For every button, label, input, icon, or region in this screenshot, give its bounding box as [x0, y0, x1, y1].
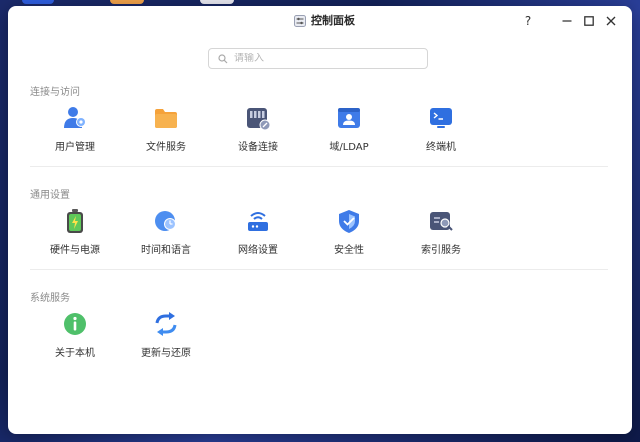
item-label: 终端机: [426, 142, 456, 153]
item-label: 网络设置: [238, 245, 278, 256]
title-group: 控制面板: [294, 13, 355, 29]
item-about[interactable]: 关于本机: [35, 311, 115, 363]
item-terminal[interactable]: 终端机: [401, 105, 481, 157]
domain-ldap-icon: [338, 108, 360, 128]
item-label: 关于本机: [55, 348, 95, 359]
window-title: 控制面板: [311, 14, 355, 27]
section-title-system: 系统服务: [30, 293, 70, 304]
item-security[interactable]: 安全性: [309, 208, 389, 260]
item-label: 时间和语言: [141, 245, 191, 256]
item-label: 域/LDAP: [329, 142, 369, 153]
item-label: 索引服务: [421, 245, 461, 256]
item-hardware-power[interactable]: 硬件与电源: [35, 208, 115, 260]
item-label: 硬件与电源: [50, 245, 100, 256]
folder-icon: [155, 109, 177, 128]
terminal-icon: [430, 108, 452, 128]
help-button[interactable]: ?: [519, 12, 537, 30]
device-connection-icon: [247, 108, 271, 131]
search-input[interactable]: [234, 53, 414, 64]
item-time-language[interactable]: 时间和语言: [126, 208, 206, 260]
close-button[interactable]: [602, 12, 620, 30]
item-file-services[interactable]: 文件服务: [126, 105, 206, 157]
control-panel-icon: [294, 15, 306, 27]
desktop-window-edge: [110, 0, 144, 4]
wifi-router-icon: [248, 212, 268, 231]
desktop-window-edge: [200, 0, 234, 4]
item-domain-ldap[interactable]: 域/LDAP: [309, 105, 389, 157]
item-label: 文件服务: [146, 142, 186, 153]
minimize-button[interactable]: [558, 12, 576, 30]
item-network-settings[interactable]: 网络设置: [218, 208, 298, 260]
item-label: 安全性: [334, 245, 364, 256]
section-title-connection: 连接与访问: [30, 87, 80, 98]
item-label: 更新与还原: [141, 348, 191, 359]
clock-globe-icon: [155, 211, 176, 231]
item-label: 设备连接: [238, 142, 278, 153]
search-box[interactable]: [208, 48, 428, 69]
minimize-icon: [562, 20, 572, 22]
user-management-icon: [64, 107, 86, 128]
item-index-service[interactable]: 索引服务: [401, 208, 481, 260]
close-icon: [606, 16, 616, 26]
maximize-icon: [584, 16, 594, 26]
battery-icon: [67, 209, 83, 233]
index-search-icon: [430, 212, 453, 231]
section-divider: [30, 166, 608, 167]
control-panel-window: 控制面板 ? 连接与访问 用户管理: [8, 6, 632, 434]
maximize-button[interactable]: [580, 12, 598, 30]
desktop-window-edge: [22, 0, 54, 4]
item-label: 用户管理: [55, 142, 95, 153]
item-update-restore[interactable]: 更新与还原: [126, 311, 206, 363]
item-device-connection[interactable]: 设备连接: [218, 105, 298, 157]
info-icon: [64, 313, 86, 335]
shield-icon: [339, 210, 359, 233]
section-title-general: 通用设置: [30, 190, 70, 201]
titlebar[interactable]: 控制面板 ?: [8, 6, 632, 36]
help-icon: ?: [524, 14, 532, 28]
item-user-management[interactable]: 用户管理: [35, 105, 115, 157]
search-icon: [218, 53, 228, 63]
refresh-icon: [155, 312, 177, 336]
section-divider: [30, 269, 608, 270]
